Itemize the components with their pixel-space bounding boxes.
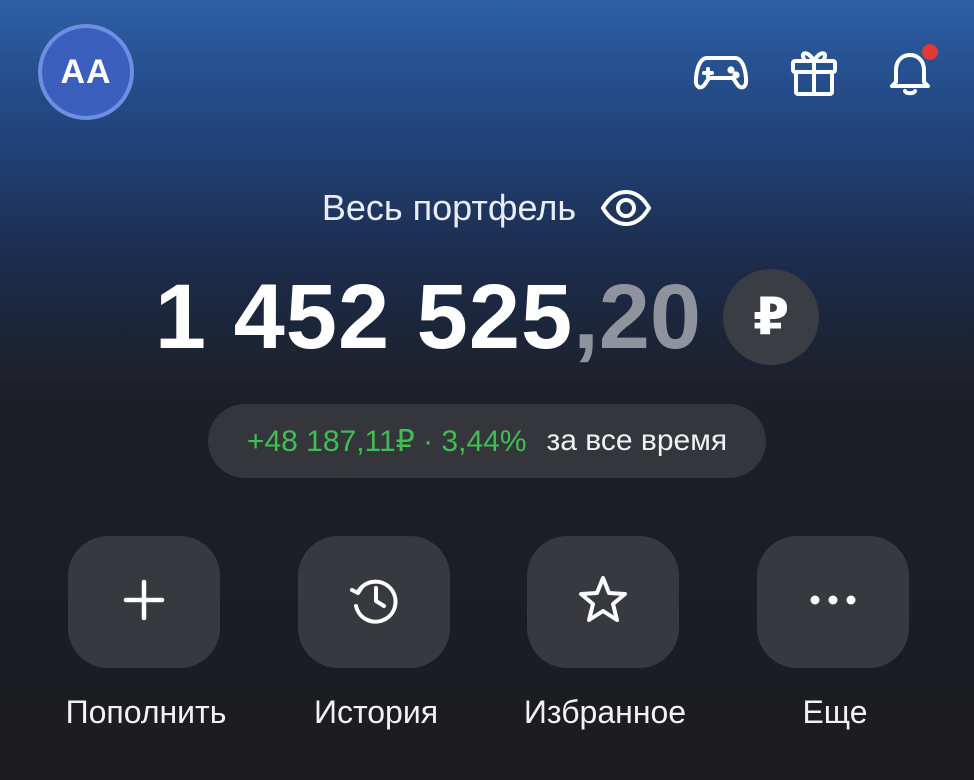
history-label: История <box>313 694 439 730</box>
more-button[interactable] <box>757 536 909 668</box>
balance-fraction: ,20 <box>573 265 702 368</box>
currency-symbol: ₽ <box>753 288 790 346</box>
plus-icon <box>120 576 168 629</box>
history-button[interactable] <box>298 536 450 668</box>
deposit-label: Пополнить <box>65 694 227 730</box>
favorites-label: Избранное <box>523 694 687 730</box>
star-icon <box>575 572 631 633</box>
favorites-button[interactable] <box>527 536 679 668</box>
gain-badge[interactable]: +48 187,11₽ · 3,44% за все время <box>208 404 766 478</box>
eye-icon[interactable] <box>600 188 652 228</box>
portfolio-header: Весь портфель <box>0 178 974 238</box>
avatar[interactable]: AA <box>38 24 134 120</box>
portfolio-label: Весь портфель <box>321 187 577 228</box>
deposit-button[interactable] <box>68 536 220 668</box>
more-icon <box>805 592 861 613</box>
currency-button[interactable]: ₽ <box>723 269 820 365</box>
portfolio-balance: 1 452 525,20 ₽ <box>0 262 974 372</box>
history-icon <box>346 572 402 633</box>
gain-period: за все время <box>546 424 728 457</box>
gain-value: +48 187,11₽ · 3,44% <box>246 424 527 458</box>
game-controller-icon[interactable] <box>693 44 749 100</box>
more-label: Еще <box>802 694 868 730</box>
notification-badge <box>922 44 938 60</box>
gift-icon[interactable] <box>786 44 842 100</box>
avatar-initials: AA <box>60 52 112 91</box>
bell-icon[interactable] <box>882 44 938 100</box>
balance-integer: 1 452 525 <box>154 265 574 368</box>
